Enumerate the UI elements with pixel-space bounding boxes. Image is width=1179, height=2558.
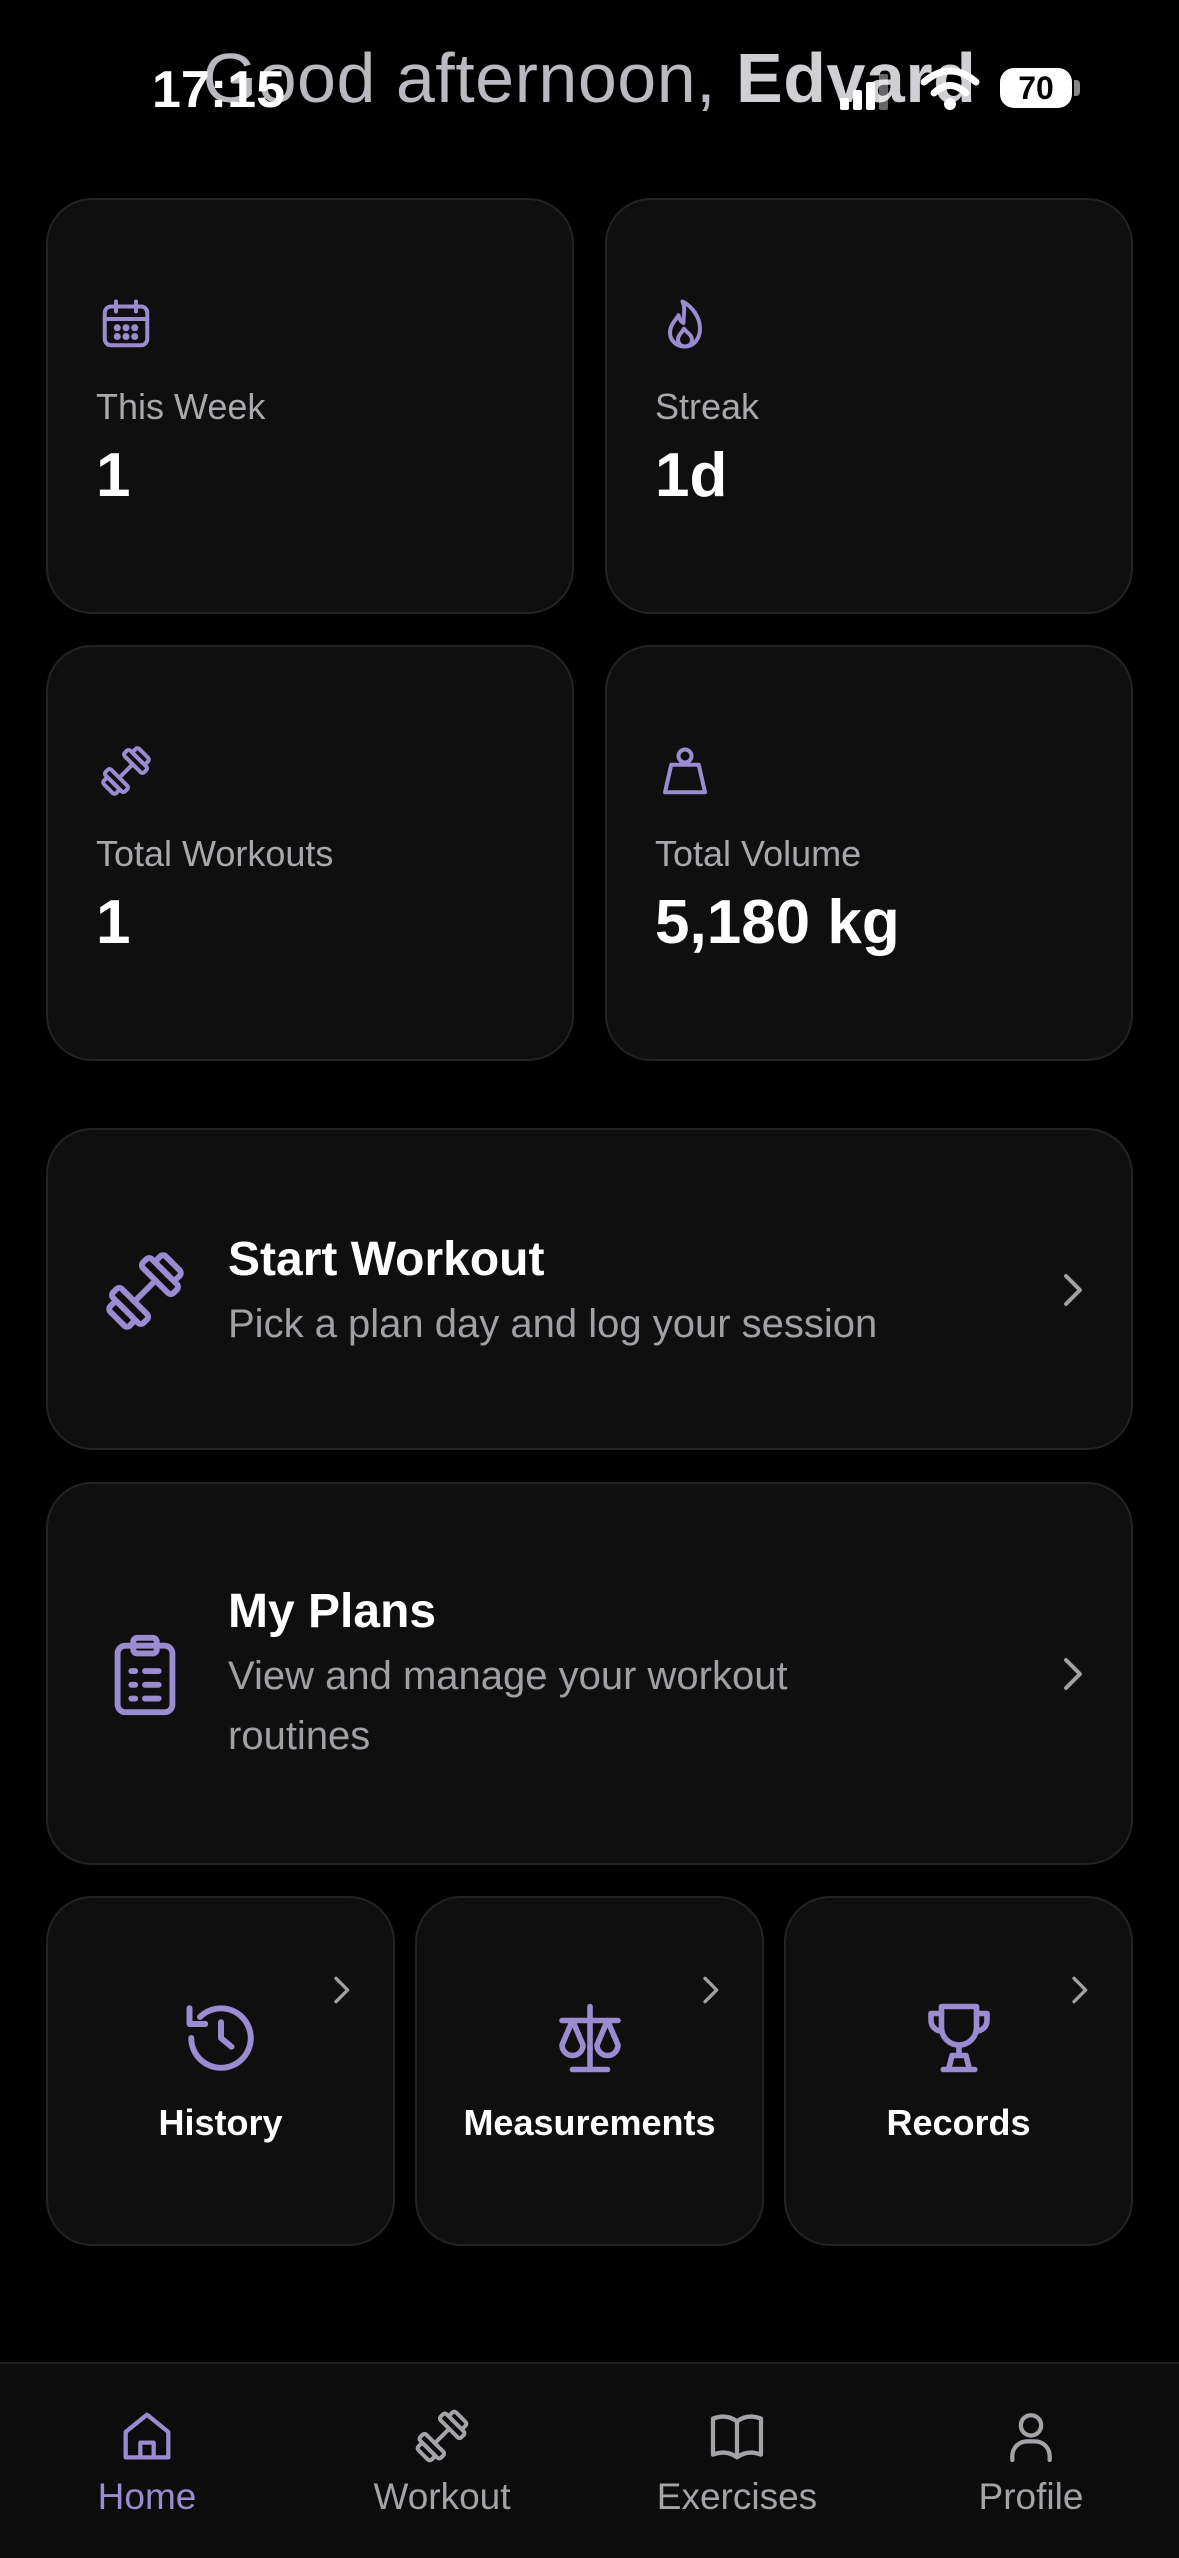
my-plans-card[interactable]: My Plans View and manage your workout ro… — [46, 1482, 1133, 1865]
dumbbell-icon — [415, 2409, 469, 2463]
tab-bar: Home Workout Exercises Profile — [0, 2362, 1179, 2558]
stat-label: Total Workouts — [96, 833, 334, 874]
tab-label-exercises: Exercises — [656, 2476, 818, 2517]
chevron-right-icon — [703, 1976, 719, 2004]
stat-card-this-week: This Week 1 — [46, 198, 574, 614]
history-icon — [186, 2005, 254, 2071]
chevron-right-icon — [1064, 1658, 1082, 1690]
trophy-icon — [927, 2003, 990, 2073]
greeting-name: Edvard — [736, 39, 977, 117]
measurements-label: Measurements — [463, 2102, 716, 2143]
tab-workout[interactable]: Workout — [322, 2404, 562, 2518]
tab-home[interactable]: Home — [27, 2404, 267, 2518]
stat-value: 1 — [96, 888, 131, 957]
stat-card-total-workouts: Total Workouts 1 — [46, 645, 574, 1061]
stat-card-streak: Streak 1d — [605, 198, 1133, 614]
history-label: History — [158, 2102, 283, 2143]
dumbbell-icon — [101, 746, 151, 796]
stat-card-total-volume: Total Volume 5,180 kg — [605, 645, 1133, 1061]
stat-label: Total Volume — [655, 833, 862, 874]
tab-label-home: Home — [97, 2476, 197, 2517]
stat-value: 5,180 kg — [655, 888, 900, 957]
start-workout-title: Start Workout — [228, 1233, 545, 1286]
scale-icon — [558, 2003, 621, 2073]
greeting-prefix: Good afternoon, — [202, 39, 737, 117]
flame-icon — [668, 299, 702, 349]
calendar-icon — [102, 299, 150, 348]
home-icon — [123, 2412, 171, 2460]
chevron-right-icon — [1072, 1976, 1088, 2004]
records-tile[interactable]: Records — [784, 1896, 1133, 2246]
user-icon — [1010, 2413, 1052, 2463]
stat-value: 1 — [96, 441, 131, 510]
tab-label-profile: Profile — [978, 2476, 1084, 2517]
greeting: Good afternoon, Edvard — [0, 38, 1179, 118]
my-plans-title: My Plans — [228, 1585, 437, 1638]
tab-label-workout: Workout — [373, 2476, 511, 2517]
start-workout-card[interactable]: Start Workout Pick a plan day and log yo… — [46, 1128, 1133, 1450]
start-workout-subtitle: Pick a plan day and log your session — [228, 1302, 878, 1346]
chevron-right-icon — [1064, 1274, 1082, 1306]
tab-profile[interactable]: Profile — [911, 2404, 1151, 2518]
dumbbell-icon — [106, 1252, 184, 1330]
stat-label: This Week — [96, 386, 266, 427]
stat-value: 1d — [655, 441, 728, 510]
book-icon — [710, 2414, 764, 2460]
my-plans-subtitle: View and manage your workout routines — [228, 1654, 788, 1758]
weight-icon — [663, 747, 707, 795]
chevron-right-icon — [334, 1976, 350, 2004]
history-tile[interactable]: History — [46, 1896, 395, 2246]
measurements-tile[interactable]: Measurements — [415, 1896, 764, 2246]
stat-label: Streak — [655, 386, 760, 427]
clipboard-list-icon — [114, 1634, 176, 1716]
tab-exercises[interactable]: Exercises — [617, 2404, 857, 2518]
records-label: Records — [886, 2102, 1031, 2143]
